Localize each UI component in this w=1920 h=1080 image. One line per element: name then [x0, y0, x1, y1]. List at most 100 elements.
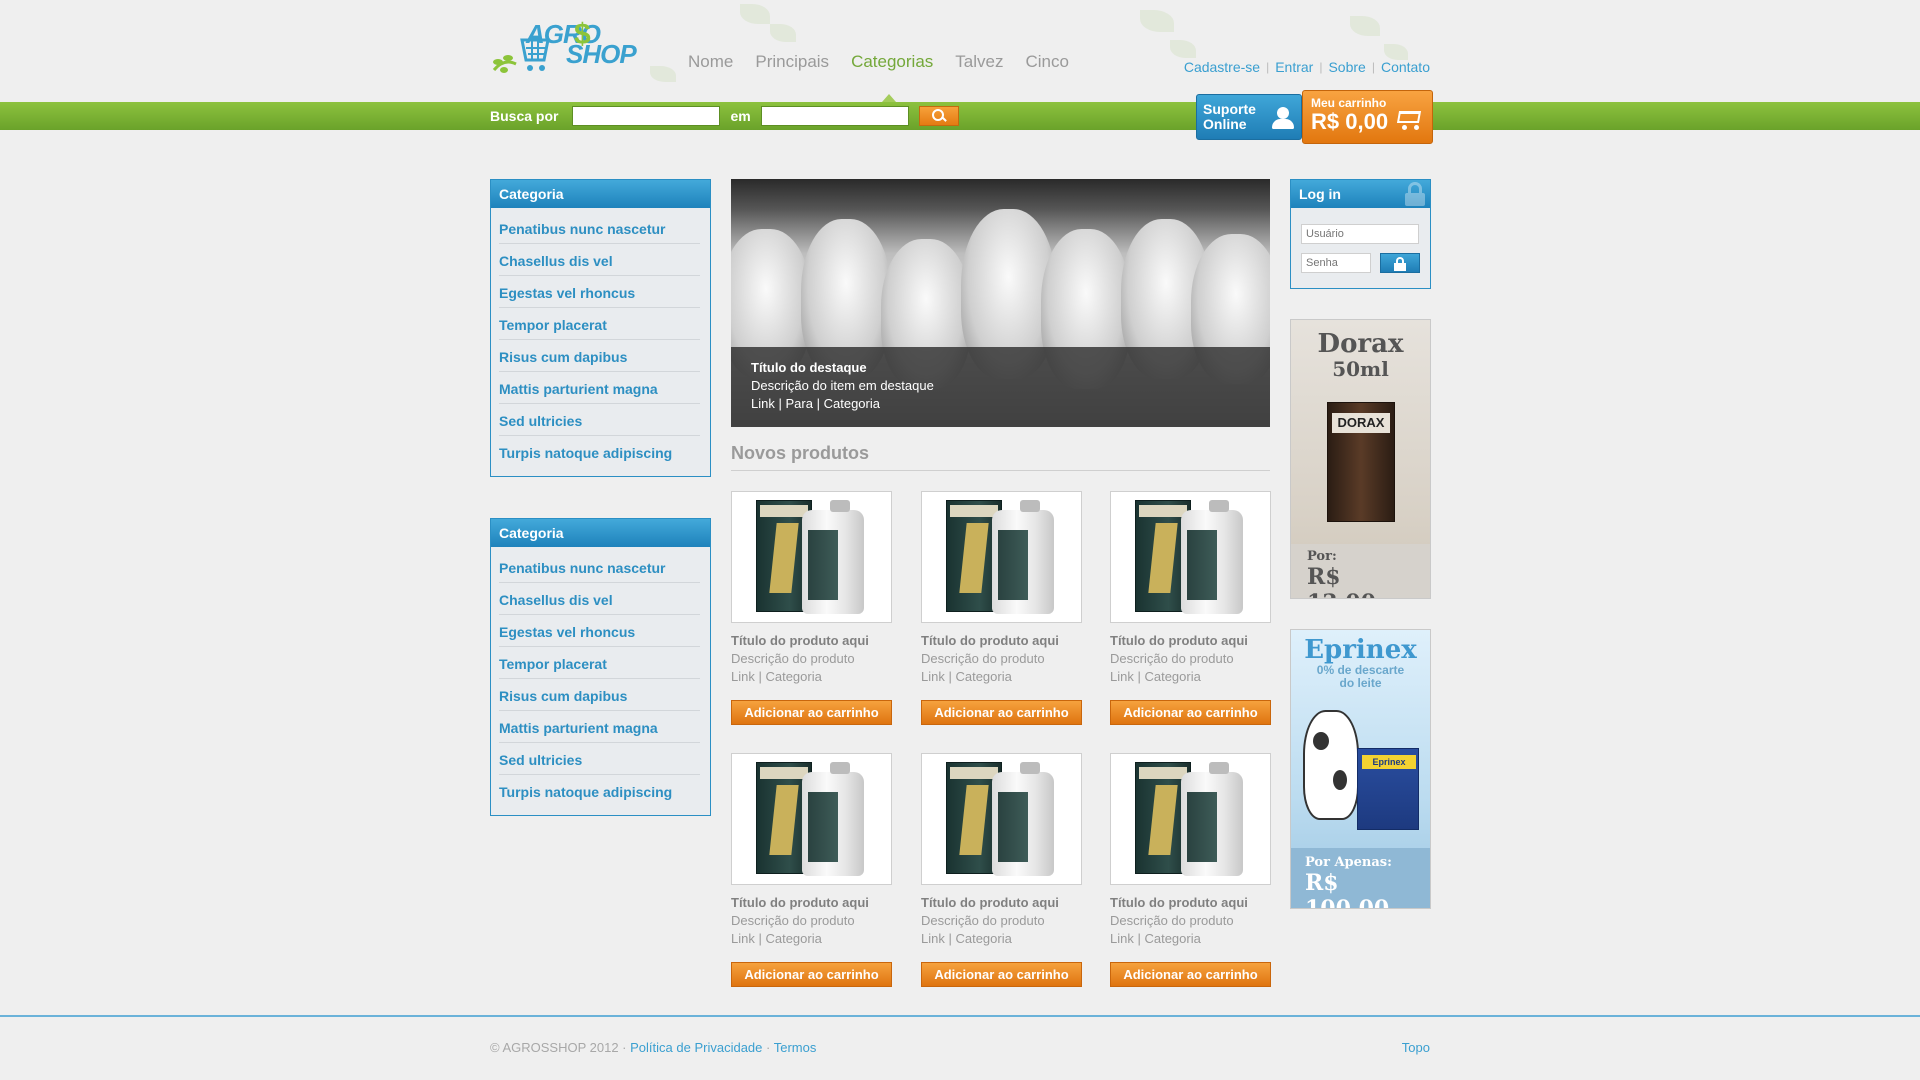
search-form: Busca por em: [490, 106, 959, 126]
category-item[interactable]: Tempor placerat: [499, 308, 700, 340]
category-item[interactable]: Risus cum dapibus: [499, 340, 700, 372]
product-card: Título do produto aqui Descrição do prod…: [731, 753, 892, 987]
product-category-link[interactable]: Categoria: [1144, 931, 1200, 946]
nav-item-cinco[interactable]: Cinco: [1025, 52, 1068, 72]
product-description: Descrição do produto: [731, 913, 855, 928]
product-title[interactable]: Título do produto aqui: [921, 632, 1082, 650]
category-item[interactable]: Egestas vel rhoncus: [499, 276, 700, 308]
category-item[interactable]: Tempor placerat: [499, 647, 700, 679]
ad-price-area: Por: R$ 13,00: [1291, 544, 1430, 598]
category-item[interactable]: Sed ultricies: [499, 743, 700, 775]
nav-item-categorias[interactable]: Categorias: [851, 52, 933, 72]
password-field[interactable]: [1301, 253, 1371, 273]
category-box-1: Categoria Penatibus nunc nascetur Chasel…: [490, 179, 711, 477]
product-link[interactable]: Link: [1110, 669, 1134, 684]
product-image[interactable]: [921, 753, 1082, 885]
category-box-title: Categoria: [491, 180, 710, 208]
category-item[interactable]: Egestas vel rhoncus: [499, 615, 700, 647]
category-item[interactable]: Penatibus nunc nascetur: [499, 551, 700, 583]
eprinex-ad-banner[interactable]: Eprinex 0% de descarte do leite Eprinex …: [1290, 629, 1431, 909]
product-image[interactable]: [1110, 491, 1271, 623]
footer-copyright: © AGROSSHOP 2012 ·: [490, 1040, 627, 1055]
search-in-label: em: [730, 108, 751, 124]
top-links-separator: |: [1371, 60, 1375, 74]
category-item[interactable]: Risus cum dapibus: [499, 679, 700, 711]
product-image[interactable]: [921, 491, 1082, 623]
product-description: Descrição do produto: [921, 913, 1045, 928]
search-category-input[interactable]: [760, 106, 909, 126]
ad-tagline-line2: do leite: [1339, 676, 1382, 690]
link-sobre[interactable]: Sobre: [1328, 59, 1365, 75]
featured-link[interactable]: Link: [751, 396, 775, 411]
support-online-button[interactable]: Suporte Online: [1196, 94, 1302, 140]
search-query-input[interactable]: [572, 106, 721, 126]
product-description: Descrição do produto: [1110, 913, 1234, 928]
product-image[interactable]: [731, 491, 892, 623]
product-card: Título do produto aqui Descrição do prod…: [731, 491, 892, 725]
link-contato[interactable]: Contato: [1381, 59, 1430, 75]
product-title[interactable]: Título do produto aqui: [731, 632, 892, 650]
category-item[interactable]: Turpis natoque adipiscing: [499, 775, 700, 807]
nav-item-talvez[interactable]: Talvez: [955, 52, 1003, 72]
login-submit-button[interactable]: [1380, 253, 1420, 273]
category-item[interactable]: Penatibus nunc nascetur: [499, 212, 700, 244]
product-category-link[interactable]: Categoria: [955, 931, 1011, 946]
lock-icon: [1404, 182, 1426, 206]
product-link[interactable]: Link: [921, 669, 945, 684]
product-category-link[interactable]: Categoria: [955, 669, 1011, 684]
product-category-link[interactable]: Categoria: [765, 669, 821, 684]
search-bar: Busca por em: [0, 102, 1920, 130]
terms-link[interactable]: Termos: [774, 1040, 817, 1055]
username-field[interactable]: [1301, 224, 1419, 244]
product-link[interactable]: Link: [921, 931, 945, 946]
product-image[interactable]: [731, 753, 892, 885]
product-title[interactable]: Título do produto aqui: [1110, 632, 1271, 650]
dorax-ad-banner[interactable]: Dorax 50ml DORAX Por: R$ 13,00: [1290, 319, 1431, 599]
featured-link[interactable]: Para: [786, 396, 813, 411]
featured-title: Título do destaque: [751, 360, 867, 375]
ad-product-volume: 50ml: [1332, 357, 1389, 381]
category-item[interactable]: Sed ultricies: [499, 404, 700, 436]
link-entrar[interactable]: Entrar: [1275, 59, 1313, 75]
category-item[interactable]: Turpis natoque adipiscing: [499, 436, 700, 468]
ad-price: R$ 100,00: [1305, 870, 1390, 909]
ad-price-area: Por Apenas: R$ 100,00: [1291, 848, 1430, 908]
product-description: Descrição do produto: [731, 651, 855, 666]
product-links: Link | Categoria: [921, 669, 1012, 684]
site-logo[interactable]: AGRO $ SHOP: [490, 18, 637, 84]
cart-button[interactable]: Meu carrinho R$ 0,00: [1302, 90, 1433, 144]
featured-link[interactable]: Categoria: [824, 396, 880, 411]
product-description: Descrição do produto: [1110, 651, 1234, 666]
product-link[interactable]: Link: [1110, 931, 1134, 946]
product-title[interactable]: Título do produto aqui: [921, 894, 1082, 912]
product-category-link[interactable]: Categoria: [1144, 669, 1200, 684]
leaf-decoration: [650, 66, 676, 82]
category-item[interactable]: Mattis parturient magna: [499, 372, 700, 404]
product-title[interactable]: Título do produto aqui: [731, 894, 892, 912]
nav-item-nome[interactable]: Nome: [688, 52, 733, 72]
dorax-package-image: DORAX: [1327, 402, 1395, 522]
product-image[interactable]: [1110, 753, 1271, 885]
nav-item-principais[interactable]: Principais: [755, 52, 829, 72]
add-to-cart-button[interactable]: Adicionar ao carrinho: [731, 700, 892, 725]
product-title[interactable]: Título do produto aqui: [1110, 894, 1271, 912]
add-to-cart-button[interactable]: Adicionar ao carrinho: [1110, 700, 1271, 725]
category-item[interactable]: Mattis parturient magna: [499, 711, 700, 743]
add-to-cart-button[interactable]: Adicionar ao carrinho: [1110, 962, 1271, 987]
category-item[interactable]: Chasellus dis vel: [499, 244, 700, 276]
product-link[interactable]: Link: [731, 931, 755, 946]
add-to-cart-button[interactable]: Adicionar ao carrinho: [731, 962, 892, 987]
add-to-cart-button[interactable]: Adicionar ao carrinho: [921, 962, 1082, 987]
search-button[interactable]: [918, 106, 959, 126]
category-box-2: Categoria Penatibus nunc nascetur Chasel…: [490, 518, 711, 816]
eprinex-package-label: Eprinex: [1362, 755, 1416, 769]
featured-banner[interactable]: Título do destaque Descrição do item em …: [731, 179, 1270, 427]
link-cadastre-se[interactable]: Cadastre-se: [1184, 59, 1260, 75]
featured-link-separator: |: [778, 396, 782, 411]
category-item[interactable]: Chasellus dis vel: [499, 583, 700, 615]
product-link[interactable]: Link: [731, 669, 755, 684]
add-to-cart-button[interactable]: Adicionar ao carrinho: [921, 700, 1082, 725]
privacy-policy-link[interactable]: Política de Privacidade: [630, 1040, 762, 1055]
product-category-link[interactable]: Categoria: [765, 931, 821, 946]
back-to-top-link[interactable]: Topo: [1402, 1040, 1430, 1055]
